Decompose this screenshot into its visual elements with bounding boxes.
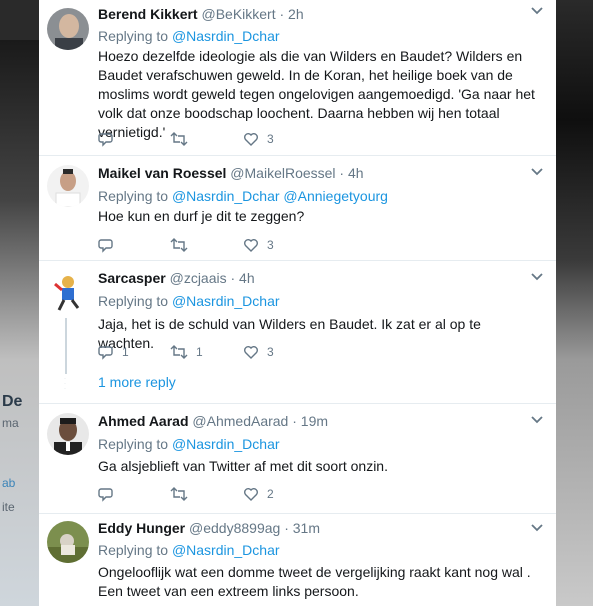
tweet[interactable]: Maikel van Roessel @MaikelRoessel · 4h R… xyxy=(39,155,556,261)
author-name[interactable]: Sarcasper xyxy=(98,270,166,286)
thread-dots: · · · xyxy=(64,376,66,392)
mention-link[interactable]: @Nasrdin_Dchar xyxy=(172,542,280,558)
replying-to: Replying to @Nasrdin_Dchar xyxy=(98,293,280,309)
like-button[interactable]: 3 xyxy=(243,235,274,255)
tweet-header: Ahmed Aarad @AhmedAarad · 19m xyxy=(98,413,328,429)
replying-label: Replying to xyxy=(98,28,169,44)
like-button[interactable]: 2 xyxy=(243,484,274,504)
author-name[interactable]: Eddy Hunger xyxy=(98,520,185,536)
tweet-text: Ongelooflijk wat een domme tweet de verg… xyxy=(98,564,531,599)
like-count: 3 xyxy=(267,238,274,252)
author-handle[interactable]: @AhmedAarad · 19m xyxy=(192,413,328,429)
retweet-icon xyxy=(170,238,188,252)
reply-icon xyxy=(98,239,113,253)
author-handle[interactable]: @zcjaais · 4h xyxy=(170,270,255,286)
background-fragment: De xyxy=(2,393,23,410)
like-count: 2 xyxy=(267,487,274,501)
replying-to: Replying to @Nasrdin_Dchar xyxy=(98,436,280,452)
background-fragment: ite xyxy=(2,500,15,514)
like-count: 3 xyxy=(267,132,274,146)
replying-to: Replying to @Nasrdin_Dchar xyxy=(98,542,280,558)
reply-button[interactable] xyxy=(98,235,122,255)
retweet-icon xyxy=(170,345,188,359)
background-fragment: ab xyxy=(2,476,16,490)
avatar[interactable] xyxy=(47,521,89,563)
like-button[interactable]: 3 xyxy=(243,342,274,362)
author-name[interactable]: Ahmed Aarad xyxy=(98,413,189,429)
replying-label: Replying to xyxy=(98,436,169,452)
tweet-header: Maikel van Roessel @MaikelRoessel · 4h xyxy=(98,165,364,181)
replying-label: Replying to xyxy=(98,293,169,309)
background-right xyxy=(556,0,593,606)
heart-icon xyxy=(244,133,258,146)
tweet[interactable]: Eddy Hunger @eddy8899ag · 31m Replying t… xyxy=(39,513,556,606)
chevron-down-icon[interactable] xyxy=(529,270,545,284)
tweet-text: Jaja, het is de schuld van Wilders en Ba… xyxy=(98,316,481,351)
reply-button[interactable]: 1 xyxy=(98,342,129,362)
tweet-text: Hoezo dezelfde ideologie als die van Wil… xyxy=(98,48,535,140)
avatar[interactable] xyxy=(47,8,89,50)
replying-to: Replying to @Nasrdin_Dchar xyxy=(98,28,280,44)
retweet-count: 1 xyxy=(196,345,203,359)
heart-icon xyxy=(244,346,258,359)
reply-icon xyxy=(98,346,113,360)
thread-line xyxy=(65,318,67,374)
like-count: 3 xyxy=(267,345,274,359)
mention-link[interactable]: @Anniegetyourg xyxy=(283,188,388,204)
mention-link[interactable]: @Nasrdin_Dchar xyxy=(172,293,280,309)
retweet-button[interactable] xyxy=(170,484,196,504)
chevron-down-icon[interactable] xyxy=(529,521,545,535)
like-button[interactable]: 3 xyxy=(243,129,274,149)
mention-link[interactable]: @Nasrdin_Dchar xyxy=(172,188,280,204)
replies-modal: Berend Kikkert @BeKikkert · 2h Replying … xyxy=(39,0,556,606)
replying-to: Replying to @Nasrdin_Dchar @Anniegetyour… xyxy=(98,188,388,204)
mention-link[interactable]: @Nasrdin_Dchar xyxy=(172,436,280,452)
reply-icon xyxy=(98,133,113,147)
more-replies-link[interactable]: 1 more reply xyxy=(98,374,176,390)
author-handle[interactable]: @eddy8899ag · 31m xyxy=(189,520,320,536)
retweet-button[interactable]: 1 xyxy=(170,342,203,362)
avatar[interactable] xyxy=(47,413,89,455)
tweet[interactable]: Ahmed Aarad @AhmedAarad · 19m Replying t… xyxy=(39,403,556,514)
chevron-down-icon[interactable] xyxy=(529,165,545,179)
tweet-text: Ga alsjeblieft van Twitter af met dit so… xyxy=(98,458,388,474)
avatar[interactable] xyxy=(47,270,89,312)
tweet-header: Eddy Hunger @eddy8899ag · 31m xyxy=(98,520,320,536)
avatar[interactable] xyxy=(47,165,89,207)
retweet-button[interactable] xyxy=(170,235,196,255)
heart-icon xyxy=(244,488,258,501)
tweet-text: Hoe kun en durf je dit te zeggen? xyxy=(98,208,305,224)
tweet-header: Berend Kikkert @BeKikkert · 2h xyxy=(98,6,304,22)
tweet-header: Sarcasper @zcjaais · 4h xyxy=(98,270,255,286)
mention-link[interactable]: @Nasrdin_Dchar xyxy=(172,28,280,44)
author-handle[interactable]: @MaikelRoessel · 4h xyxy=(230,165,363,181)
heart-icon xyxy=(244,239,258,252)
chevron-down-icon[interactable] xyxy=(529,4,545,18)
reply-button[interactable] xyxy=(98,129,122,149)
replying-label: Replying to xyxy=(98,542,169,558)
replying-label: Replying to xyxy=(98,188,169,204)
retweet-button[interactable] xyxy=(170,129,196,149)
background-left: De ma ab ite xyxy=(0,0,39,606)
retweet-icon xyxy=(170,487,188,501)
retweet-icon xyxy=(170,132,188,146)
reply-icon xyxy=(98,488,113,502)
author-name[interactable]: Maikel van Roessel xyxy=(98,165,226,181)
author-name[interactable]: Berend Kikkert xyxy=(98,6,198,22)
background-fragment: ma xyxy=(2,416,19,430)
tweet[interactable]: · · · Sarcasper @zcjaais · 4h Replying to … xyxy=(39,260,556,404)
reply-count: 1 xyxy=(122,345,129,359)
tweet[interactable]: Berend Kikkert @BeKikkert · 2h Replying … xyxy=(39,0,556,156)
chevron-down-icon[interactable] xyxy=(529,413,545,427)
reply-button[interactable] xyxy=(98,484,122,504)
author-handle[interactable]: @BeKikkert · 2h xyxy=(201,6,303,22)
